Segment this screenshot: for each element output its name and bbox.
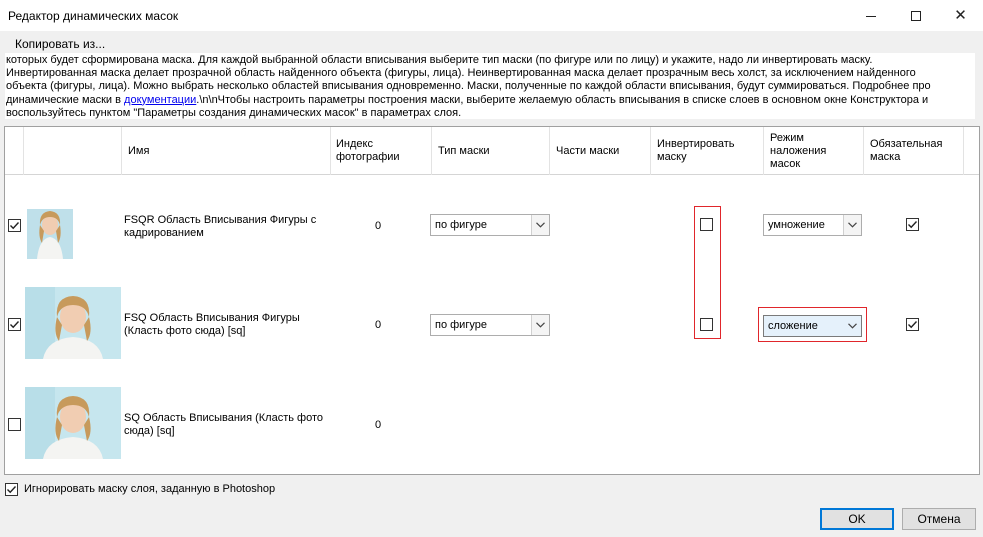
row-select-checkbox[interactable] [8, 219, 21, 232]
layer-thumbnail [25, 187, 121, 261]
layer-name: FSQR Область Вписывания Фигуры с кадриро… [124, 214, 317, 239]
layer-name: SQ Область Вписывания (Класть фото сюда)… [124, 412, 323, 437]
desc-line-4-start: динамические маски в [6, 93, 125, 106]
chevron-down-icon [531, 215, 549, 235]
desc-line-5: воспользуйтесь пунктом "Параметры создан… [6, 106, 462, 119]
mask-type-select[interactable]: по фигуре [430, 314, 550, 336]
col-divider [549, 127, 550, 175]
title-bar: Редактор динамических масок ✕ [0, 0, 983, 31]
row-select-checkbox[interactable] [8, 418, 21, 431]
col-header-name[interactable]: Имя [128, 127, 248, 175]
close-icon: ✕ [954, 7, 967, 24]
col-header-blend-mode[interactable]: Режим наложения масок [770, 127, 845, 175]
maximize-icon [910, 10, 921, 21]
row-select-checkbox[interactable] [8, 318, 21, 331]
table-row[interactable]: SQ Область Вписывания (Класть фото сюда)… [5, 377, 979, 474]
check-icon [908, 321, 918, 329]
minimize-icon [865, 16, 876, 17]
portrait-image [25, 187, 121, 261]
required-mask-checkbox[interactable] [906, 318, 919, 331]
photo-index-value: 0 [375, 319, 382, 331]
check-icon [10, 222, 20, 230]
col-divider [431, 127, 432, 175]
col-divider [23, 127, 24, 175]
table-row[interactable]: FSQR Область Вписывания Фигуры с кадриро… [5, 177, 979, 277]
desc-line-2: Инвертированная маска делает прозрачной … [6, 67, 916, 80]
col-divider [963, 127, 964, 175]
layer-thumbnail [25, 387, 121, 459]
documentation-link[interactable]: документации [124, 94, 196, 106]
layer-thumbnail [25, 287, 121, 359]
ignore-layer-mask-checkbox[interactable] [5, 483, 18, 496]
desc-line-1: которых будет сформирована маска. Для ка… [6, 54, 873, 66]
col-header-mask-type[interactable]: Тип маски [438, 127, 538, 175]
layers-grid: Имя Индекс фотографии Тип маски Части ма… [4, 126, 980, 475]
blend-mode-value: умножение [768, 219, 825, 231]
grid-header: Имя Индекс фотографии Тип маски Части ма… [5, 127, 979, 175]
chevron-down-icon [843, 215, 861, 235]
cancel-button[interactable]: Отмена [902, 508, 976, 530]
mask-type-value: по фигуре [435, 319, 487, 331]
col-divider [121, 127, 122, 175]
check-icon [908, 221, 918, 229]
col-header-required[interactable]: Обязательная маска [870, 127, 960, 175]
mask-type-select[interactable]: по фигуре [430, 214, 550, 236]
col-header-invert[interactable]: Инвертировать маску [657, 127, 747, 175]
col-divider [650, 127, 651, 175]
description-text: которых будет сформирована маска. Для ка… [5, 53, 975, 119]
col-divider [330, 127, 331, 175]
ok-button[interactable]: OK [820, 508, 894, 530]
blend-mode-select[interactable]: умножение [763, 214, 862, 236]
photo-index-value: 0 [375, 419, 382, 431]
mask-type-value: по фигуре [435, 219, 487, 231]
col-divider [863, 127, 864, 175]
col-divider [763, 127, 764, 175]
desc-line-4-end: .\n\nЧтобы настроить параметры построени… [196, 93, 929, 106]
portrait-image [25, 287, 121, 359]
desc-line-4: динамические маски в документации.\n\nЧт… [6, 94, 975, 107]
portrait-image [25, 387, 121, 459]
col-header-photo-index[interactable]: Индекс фотографии [336, 127, 416, 175]
copy-from-menu[interactable]: Копировать из... [15, 37, 105, 51]
menu-bar: Копировать из... [0, 31, 983, 55]
blend-mode-highlight [758, 307, 867, 342]
desc-line-3: объекта (фигуры, лица). Можно выбрать не… [6, 80, 931, 93]
col-header-mask-parts[interactable]: Части маски [556, 127, 646, 175]
photo-index-value: 0 [375, 220, 382, 232]
required-mask-checkbox[interactable] [906, 218, 919, 231]
close-button[interactable]: ✕ [938, 0, 983, 31]
maximize-button[interactable] [893, 0, 938, 31]
invert-column-highlight [694, 206, 721, 339]
check-icon [10, 321, 20, 329]
ignore-layer-mask-label[interactable]: Игнорировать маску слоя, заданную в Phot… [24, 483, 275, 495]
chevron-down-icon [531, 315, 549, 335]
check-icon [7, 486, 17, 494]
minimize-button[interactable] [848, 0, 893, 31]
window-title: Редактор динамических масок [8, 9, 179, 23]
layer-name: FSQ Область Вписывания Фигуры (Класть фо… [124, 312, 300, 337]
